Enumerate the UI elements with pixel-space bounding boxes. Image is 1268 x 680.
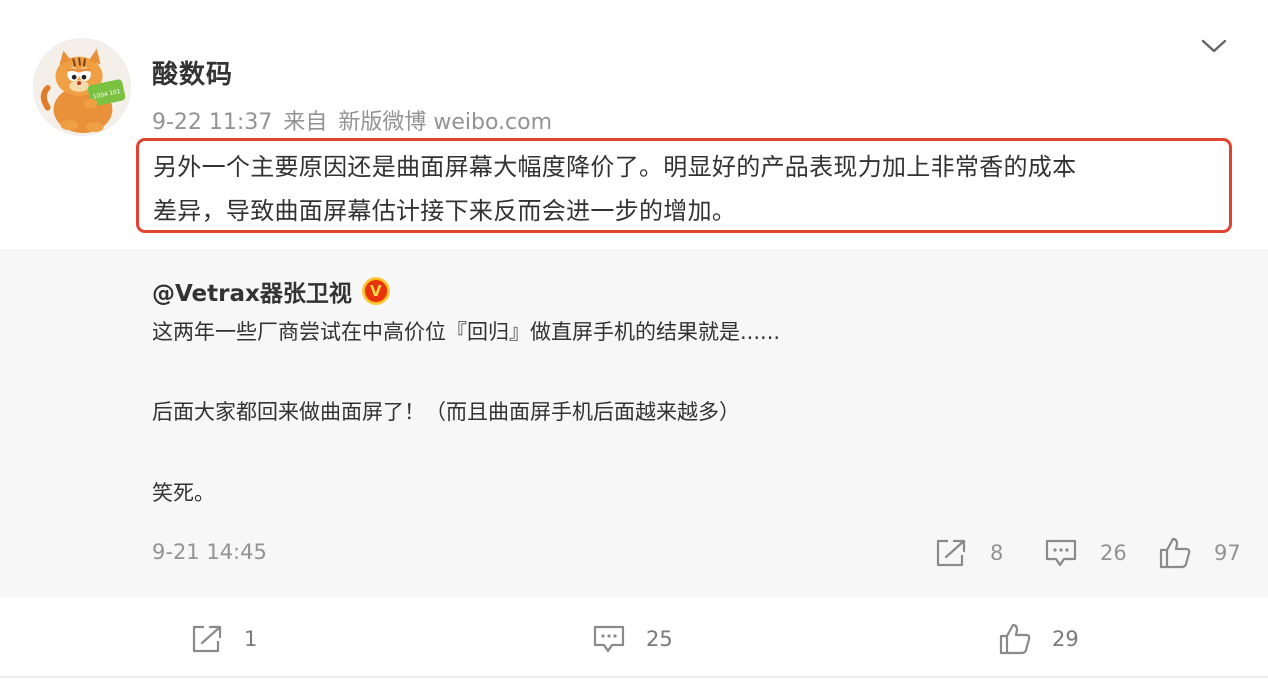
repost-button[interactable]: 1 xyxy=(190,619,257,659)
garfield-avatar-image: 1004 101 xyxy=(34,39,130,135)
post-author-name[interactable]: 酸数码 xyxy=(152,54,233,91)
repost-icon xyxy=(190,623,224,655)
post-source-prefix: 来自 xyxy=(283,110,328,135)
quoted-post-author[interactable]: @Vetrax器张卫视 V xyxy=(152,274,390,308)
quoted-author-name[interactable]: @Vetrax器张卫视 xyxy=(152,274,352,308)
quoted-comment-button[interactable]: 26 xyxy=(1044,535,1127,571)
quoted-comment-count: 26 xyxy=(1100,541,1127,565)
post-source[interactable]: 新版微博 weibo.com xyxy=(338,110,552,135)
quoted-text-line-1: 这两年一些厂商尝试在中高价位『回归』做直屏手机的结果就是...... xyxy=(152,320,781,344)
comment-icon xyxy=(1044,537,1078,569)
repost-count: 1 xyxy=(244,627,258,651)
bottom-divider xyxy=(0,676,1268,678)
thumbs-up-icon xyxy=(1158,536,1192,570)
quoted-text-line-2: 后面大家都回来做曲面屏了！（而且曲面屏手机后面越来越多） xyxy=(152,400,740,424)
avatar[interactable]: 1004 101 xyxy=(33,38,131,136)
comment-icon xyxy=(592,623,626,655)
thumbs-up-icon xyxy=(998,622,1032,656)
post-meta: 9-22 11:37 来自 新版微博 weibo.com xyxy=(152,104,556,136)
quoted-like-button[interactable]: 97 xyxy=(1158,535,1241,571)
verified-badge-letter: V xyxy=(364,280,387,302)
post-text-highlighted: 另外一个主要原因还是曲面屏幕大幅度降价了。明显好的产品表现力加上非常香的成本 差… xyxy=(136,138,1232,233)
post-menu-chevron-down-icon[interactable] xyxy=(1198,32,1230,60)
quoted-repost-count: 8 xyxy=(990,541,1004,565)
comment-count: 25 xyxy=(646,627,673,651)
post-time[interactable]: 9-22 11:37 xyxy=(152,110,272,135)
quoted-like-count: 97 xyxy=(1214,541,1241,565)
quoted-repost-button[interactable]: 8 xyxy=(934,535,1003,571)
weibo-post-page: 1004 101 酸数码 9-22 11:37 来自 新版微博 weibo.co… xyxy=(0,0,1268,680)
comment-button[interactable]: 25 xyxy=(592,619,673,659)
verified-badge-icon: V xyxy=(361,277,390,305)
post-text-line-2: 差异，导致曲面屏幕估计接下来反而会进一步的增加。 xyxy=(153,197,737,225)
quoted-post-time[interactable]: 9-21 14:45 xyxy=(152,540,267,564)
like-count: 29 xyxy=(1052,627,1079,651)
repost-icon xyxy=(934,537,968,569)
like-button[interactable]: 29 xyxy=(998,619,1079,659)
post-text-line-1: 另外一个主要原因还是曲面屏幕大幅度降价了。明显好的产品表现力加上非常香的成本 xyxy=(153,153,1077,181)
quoted-text-line-3: 笑死。 xyxy=(152,481,215,505)
